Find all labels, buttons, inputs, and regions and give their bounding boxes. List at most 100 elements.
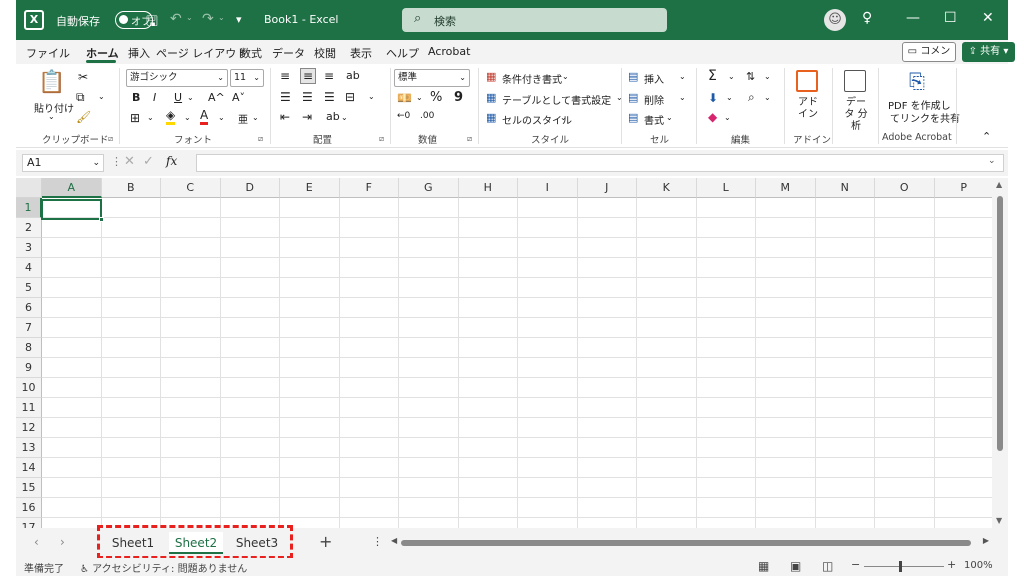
delete-dropdown-icon[interactable]: ⌄	[679, 93, 686, 102]
row-header[interactable]: 15	[16, 478, 42, 498]
more-options-icon[interactable]: ⋮	[111, 155, 122, 168]
percent-button[interactable]: %	[430, 90, 442, 105]
border-icon[interactable]: ⊞	[130, 111, 140, 125]
lightbulb-icon[interactable]: ♀	[862, 10, 872, 26]
add-ins-button[interactable]: アド イン	[798, 97, 818, 121]
increase-indent-icon[interactable]: ⇥	[302, 110, 312, 124]
scroll-down-icon[interactable]: ▼	[996, 516, 1002, 525]
column-header[interactable]: H	[458, 178, 518, 198]
find-dropdown-icon[interactable]: ⌄	[764, 93, 771, 102]
row-header[interactable]: 7	[16, 318, 42, 338]
insert-cells-button[interactable]: 挿入	[644, 71, 664, 86]
tab-home[interactable]: ホーム	[86, 45, 119, 61]
row-header[interactable]: 13	[16, 438, 42, 458]
row-header[interactable]: 6	[16, 298, 42, 318]
search-box[interactable]: ⌕ 検索	[402, 8, 667, 32]
zoom-slider[interactable]	[864, 566, 944, 567]
align-left-icon[interactable]: ☰	[280, 90, 291, 104]
fill-icon[interactable]: ⬇	[708, 91, 718, 105]
insert-function-button[interactable]: fx	[166, 154, 177, 168]
customize-qat-icon[interactable]: ▾	[236, 13, 242, 26]
zoom-out-icon[interactable]: −	[851, 558, 860, 571]
accessibility-status[interactable]: ♿ アクセシビリティ: 問題ありません	[80, 560, 247, 575]
wrap-dropdown-icon[interactable]: ⌄	[368, 92, 375, 101]
copy-icon[interactable]: ⧉	[76, 90, 85, 105]
redo-icon[interactable]: ↷	[202, 11, 214, 27]
format-as-table-icon[interactable]: ▦	[486, 91, 496, 104]
copy-dropdown-icon[interactable]: ⌄	[98, 92, 105, 101]
font-color-dropdown-icon[interactable]: ⌄	[218, 113, 225, 122]
bold-button[interactable]: B	[132, 91, 140, 104]
row-header[interactable]: 3	[16, 238, 42, 258]
comment-button[interactable]: ▭ コメント	[902, 42, 956, 75]
enter-icon[interactable]: ✓	[143, 154, 154, 169]
column-header[interactable]: P	[934, 178, 992, 198]
select-all-corner[interactable]	[16, 178, 42, 198]
column-header[interactable]: J	[577, 178, 637, 198]
collapse-ribbon-icon[interactable]: ⌃	[982, 130, 991, 143]
column-header[interactable]: O	[875, 178, 935, 198]
clear-dropdown-icon[interactable]: ⌄	[724, 113, 731, 122]
column-header[interactable]: C	[161, 178, 221, 198]
cut-icon[interactable]: ✂	[78, 70, 88, 84]
tab-file[interactable]: ファイル	[26, 45, 70, 61]
align-center-icon[interactable]: ☰	[302, 90, 313, 104]
column-header[interactable]: M	[756, 178, 816, 198]
grow-font-button[interactable]: A^	[208, 91, 225, 104]
underline-button[interactable]: U	[174, 91, 182, 104]
tab-help[interactable]: ヘルプ	[386, 45, 419, 61]
maximize-icon[interactable]: ☐	[944, 10, 957, 26]
underline-dropdown-icon[interactable]: ⌄	[187, 93, 194, 102]
tab-data[interactable]: データ	[272, 45, 305, 61]
page-layout-view-icon[interactable]: ▣	[790, 559, 801, 573]
phonetic-dropdown-icon[interactable]: ⌄	[252, 113, 259, 122]
format-cells-icon[interactable]: ▤	[628, 111, 638, 124]
cell-styles-dropdown-icon[interactable]: ⌄	[560, 113, 567, 122]
fill-handle[interactable]	[99, 217, 104, 222]
zoom-level[interactable]: 100%	[964, 560, 993, 571]
sort-filter-dropdown-icon[interactable]: ⌄	[764, 72, 771, 81]
fill-color-dropdown-icon[interactable]: ⌄	[184, 113, 191, 122]
tab-page-layout[interactable]: ページ レイアウト	[156, 45, 247, 61]
increase-decimal-icon[interactable]: ←0	[397, 111, 410, 121]
scroll-right-icon[interactable]: ▶	[983, 536, 989, 545]
row-header[interactable]: 5	[16, 278, 42, 298]
prev-sheet-icon[interactable]: ‹	[34, 535, 39, 549]
fill-dropdown-icon[interactable]: ⌄	[726, 93, 733, 102]
vertical-scroll-thumb[interactable]	[997, 196, 1003, 451]
column-header[interactable]: F	[339, 178, 399, 198]
column-header[interactable]: D	[220, 178, 280, 198]
column-header[interactable]: A	[42, 178, 102, 198]
horizontal-scrollbar[interactable]: ◀ ▶	[391, 536, 989, 548]
tab-view[interactable]: 表示	[350, 45, 372, 61]
paste-icon[interactable]: 📋	[38, 70, 65, 95]
formula-input[interactable]	[196, 154, 1004, 172]
format-as-table-button[interactable]: テーブルとして書式設定	[502, 92, 611, 107]
close-icon[interactable]: ✕	[982, 10, 994, 26]
decrease-indent-icon[interactable]: ⇤	[280, 110, 290, 124]
text-direction-dropdown-icon[interactable]: ⌄	[341, 113, 348, 122]
save-icon[interactable]: 🖫	[146, 11, 158, 35]
analyze-data-icon[interactable]	[844, 70, 866, 92]
currency-dropdown-icon[interactable]: ⌄	[416, 93, 423, 102]
number-format-select[interactable]: 標準 ⌄	[394, 69, 470, 87]
delete-cells-button[interactable]: 削除	[644, 92, 664, 107]
format-cells-button[interactable]: 書式	[644, 112, 664, 127]
row-header[interactable]: 4	[16, 258, 42, 278]
alignment-launcher-icon[interactable]: ⧄	[379, 134, 384, 144]
add-sheet-icon[interactable]: +	[319, 532, 332, 551]
conditional-dropdown-icon[interactable]: ⌄	[562, 72, 569, 81]
column-header[interactable]: G	[399, 178, 459, 198]
format-dropdown-icon[interactable]: ⌄	[666, 113, 673, 122]
tab-review[interactable]: 校閲	[314, 45, 336, 61]
column-header[interactable]: B	[101, 178, 161, 198]
autosum-dropdown-icon[interactable]: ⌄	[728, 72, 735, 81]
align-middle-icon[interactable]: ≡	[300, 68, 317, 84]
row-header[interactable]: 8	[16, 338, 42, 358]
autosum-icon[interactable]: Σ	[708, 68, 717, 84]
worksheet-grid[interactable]: ABCDEFGHIJKLMNOP 1 2 3 4 5 6 7 8 9 10 11 12 13 14 15 16…	[16, 178, 992, 528]
analyze-data-button[interactable]: データ 分析	[844, 97, 868, 133]
border-dropdown-icon[interactable]: ⌄	[147, 113, 154, 122]
row-header[interactable]: 9	[16, 358, 42, 378]
next-sheet-icon[interactable]: ›	[60, 535, 65, 549]
